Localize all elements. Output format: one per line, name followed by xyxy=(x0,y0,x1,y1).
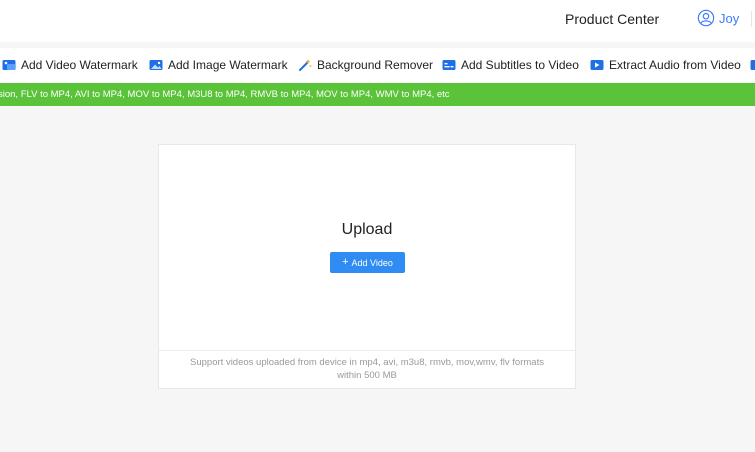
tool-next-partial[interactable] xyxy=(750,48,755,82)
format-banner-text: sion, FLV to MP4, AVI to MP4, MOV to MP4… xyxy=(0,89,450,100)
image-watermark-icon xyxy=(149,58,163,72)
upload-card: Upload + Add Video Support videos upload… xyxy=(158,144,576,389)
tool-background-remover[interactable]: Background Remover xyxy=(298,48,433,82)
user-menu[interactable]: Joy xyxy=(697,9,739,27)
product-center-link[interactable]: Product Center xyxy=(565,11,659,27)
tool-label: Add Video Watermark xyxy=(21,58,138,72)
top-header: Product Center Joy xyxy=(0,0,755,42)
support-line-1: Support videos uploaded from device in m… xyxy=(190,357,544,368)
magic-wand-icon xyxy=(298,58,312,72)
tool-label: Add Image Watermark xyxy=(168,58,288,72)
card-divider xyxy=(159,350,575,351)
tool-label: Background Remover xyxy=(317,58,434,72)
extract-audio-icon xyxy=(590,58,604,72)
add-video-label: Add Video xyxy=(351,257,393,268)
user-avatar-icon xyxy=(697,9,715,27)
format-banner: sion, FLV to MP4, AVI to MP4, MOV to MP4… xyxy=(0,83,755,106)
tool-add-image-watermark[interactable]: Add Image Watermark xyxy=(149,48,288,82)
tool-extract-audio[interactable]: Extract Audio from Video xyxy=(590,48,741,82)
tool-label: Extract Audio from Video xyxy=(609,58,741,72)
upload-support-text: Support videos uploaded from device in m… xyxy=(171,356,563,382)
add-video-button[interactable]: + Add Video xyxy=(330,252,405,273)
support-line-2: within 500 MB xyxy=(337,370,397,381)
video-watermark-icon xyxy=(2,58,16,72)
user-name: Joy xyxy=(719,10,740,26)
header-divider xyxy=(751,11,752,27)
video-tool-icon xyxy=(750,58,755,72)
tool-nav: Add Video Watermark Add Image Watermark … xyxy=(0,48,755,82)
upload-title: Upload xyxy=(341,221,393,238)
tool-add-subtitles[interactable]: Add Subtitles to Video xyxy=(442,48,579,82)
subtitles-icon xyxy=(442,58,456,72)
tool-add-video-watermark[interactable]: Add Video Watermark xyxy=(2,48,138,82)
tool-label: Add Subtitles to Video xyxy=(461,58,579,72)
plus-icon: + xyxy=(342,256,349,268)
